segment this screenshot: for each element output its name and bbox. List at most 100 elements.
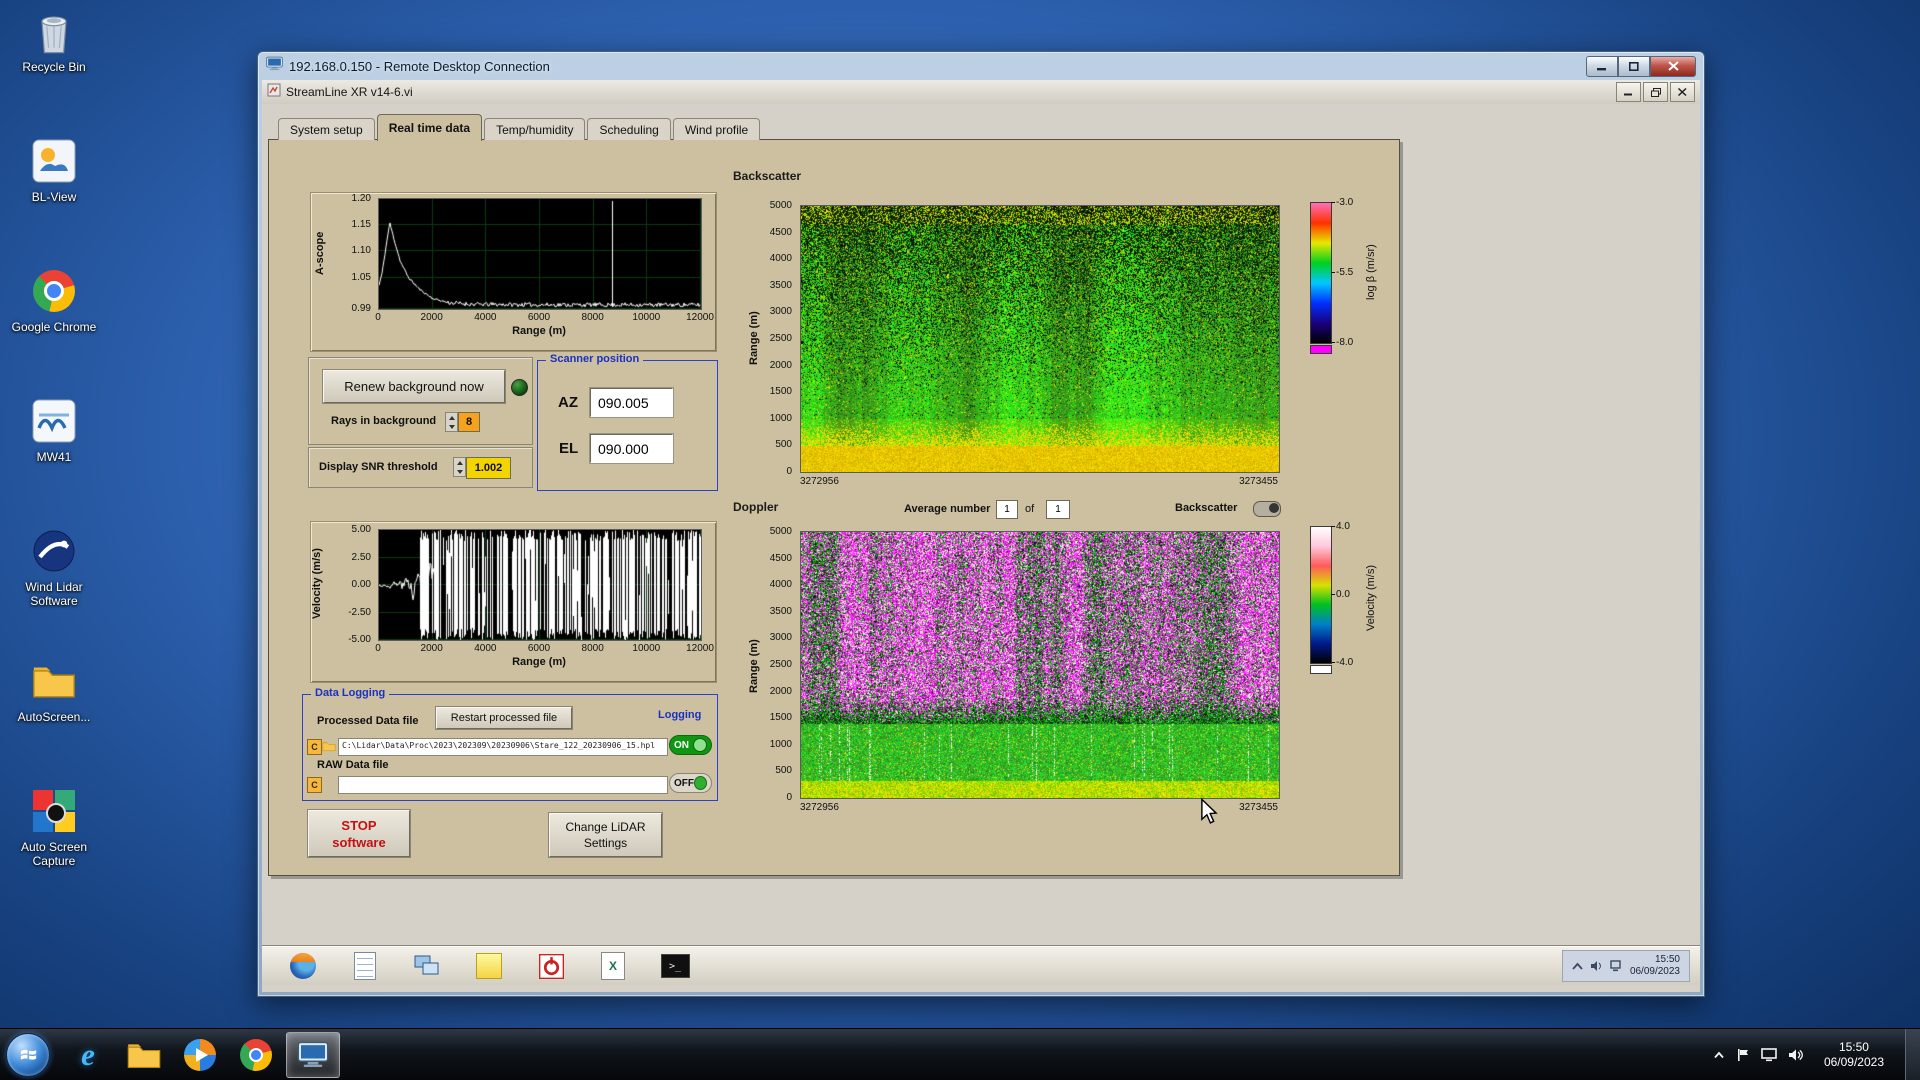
tab-real-time-data[interactable]: Real time data: [377, 114, 482, 141]
snr-value[interactable]: 1.002: [466, 457, 511, 479]
raw-logging-toggle[interactable]: OFF: [669, 773, 712, 793]
volume-icon[interactable]: [1590, 960, 1603, 972]
desktop-icon-google-chrome[interactable]: Google Chrome: [6, 266, 102, 396]
tray-expand-icon[interactable]: [1713, 1050, 1725, 1060]
raw-file-path-field[interactable]: [338, 776, 668, 794]
rays-spinner[interactable]: [445, 412, 458, 432]
host-clock[interactable]: 15:50 06/09/2023: [1814, 1040, 1894, 1070]
doppler-colorbar-label: Velocity (m/s): [1365, 540, 1377, 655]
browser-icon[interactable]: [288, 951, 318, 981]
colorbar-tick-label: 0.0: [1336, 589, 1350, 600]
az-value-field[interactable]: 090.005: [590, 388, 673, 417]
xr-document-glyph: X: [601, 952, 625, 980]
rdp-title: 192.168.0.150 - Remote Desktop Connectio…: [289, 59, 550, 74]
display-icon[interactable]: [1761, 1048, 1777, 1062]
toggle-knob: [693, 738, 707, 752]
media-player-icon[interactable]: [174, 1033, 226, 1077]
drive-c-icon[interactable]: C: [307, 739, 322, 755]
rdp-minimize-button[interactable]: [1586, 56, 1618, 77]
doppler-heatmap[interactable]: [800, 531, 1280, 799]
tray-chevron-icon[interactable]: [1572, 962, 1583, 971]
average-number-value[interactable]: 1: [996, 500, 1018, 519]
remote-system-tray[interactable]: 15:50 06/09/2023: [1562, 950, 1690, 982]
show-desktop-button[interactable]: [1905, 1029, 1920, 1080]
toggle-knob: [694, 776, 707, 790]
restart-processed-file-button[interactable]: Restart processed file: [436, 707, 572, 729]
desktop-icon-auto-screen-capture[interactable]: Auto Screen Capture: [6, 786, 102, 916]
start-button[interactable]: [6, 1033, 50, 1077]
remote-taskbar: X >_ 15:50 06/09/2023: [262, 946, 1700, 985]
axis-tick-label: 0: [375, 312, 381, 323]
remote-desktop-taskbar-button[interactable]: [286, 1032, 340, 1078]
average-count-value[interactable]: 1: [1046, 500, 1070, 519]
sticky-notes-icon[interactable]: [474, 951, 504, 981]
tab-temp-humidity[interactable]: Temp/humidity: [484, 118, 585, 140]
rdp-close-button[interactable]: [1650, 56, 1696, 77]
desktop-icon-wind-lidar[interactable]: Wind Lidar Software: [6, 526, 102, 656]
stop-software-button[interactable]: STOP software: [308, 810, 410, 857]
notepad-icon[interactable]: [350, 951, 380, 981]
axis-tick-label: 1.05: [331, 272, 371, 283]
desktop-icon-recycle-bin[interactable]: Recycle Bin: [6, 6, 102, 136]
app-titlebar[interactable]: StreamLine XR v14-6.vi: [262, 80, 1700, 105]
axis-tick-label: 0: [375, 643, 381, 654]
velocity-plot-area[interactable]: [378, 529, 702, 641]
tab-scheduling[interactable]: Scheduling: [587, 118, 670, 140]
desktop-icon-label: Recycle Bin: [22, 60, 85, 74]
ascope-plot-area[interactable]: [378, 198, 702, 310]
processed-logging-toggle[interactable]: ON: [669, 735, 712, 755]
snr-spinner[interactable]: [453, 457, 466, 477]
app-restore-button[interactable]: [1643, 82, 1668, 102]
rdp-titlebar[interactable]: 192.168.0.150 - Remote Desktop Connectio…: [258, 52, 1704, 80]
app-client-area: System setup Real time data Temp/humidit…: [262, 104, 1700, 992]
axis-tick-label: 3500: [752, 606, 792, 617]
internet-explorer-icon[interactable]: e: [62, 1033, 114, 1077]
chrome-taskbar-icon[interactable]: [230, 1033, 282, 1077]
desktop-icon-mw41[interactable]: MW41: [6, 396, 102, 526]
terminal-icon[interactable]: >_: [660, 951, 690, 981]
change-lidar-settings-button[interactable]: Change LiDAR Settings: [549, 813, 662, 857]
tab-system-setup[interactable]: System setup: [278, 118, 375, 140]
rdp-app-icon: [266, 56, 283, 76]
tab-wind-profile[interactable]: Wind profile: [673, 118, 760, 140]
renew-background-button[interactable]: Renew background now: [323, 370, 505, 403]
app-minimize-button[interactable]: [1616, 82, 1641, 102]
axis-tick-label: 4000: [474, 312, 496, 323]
axis-tick-label: 10000: [632, 312, 660, 323]
axis-tick-label: 8000: [582, 312, 604, 323]
el-value-field[interactable]: 090.000: [590, 434, 673, 463]
colorbar-tick-label: -5.5: [1336, 267, 1353, 278]
network-icon[interactable]: [1610, 960, 1623, 972]
axis-tick-label: 4500: [752, 227, 792, 238]
data-logging-group: Data Logging Processed Data file Restart…: [302, 694, 718, 801]
axis-tick-label: 1.20: [331, 193, 371, 204]
browse-folder-icon[interactable]: [322, 739, 336, 753]
rays-value[interactable]: 8: [458, 412, 480, 432]
colorbar-tick-label: 4.0: [1336, 521, 1350, 532]
axis-tick-label: 12000: [686, 312, 714, 323]
recycle-bin-icon: [29, 6, 79, 56]
axis-tick-label: 3000: [752, 632, 792, 643]
rdp-maximize-button[interactable]: [1618, 56, 1650, 77]
backscatter-heatmap[interactable]: [800, 205, 1280, 473]
file-explorer-icon[interactable]: [118, 1033, 170, 1077]
axis-tick-label: 500: [752, 765, 792, 776]
app-close-button[interactable]: [1670, 82, 1695, 102]
desktop-icon-bl-view[interactable]: BL-View: [6, 136, 102, 266]
axis-tick-label: 3000: [752, 306, 792, 317]
action-center-flag-icon[interactable]: [1736, 1048, 1750, 1062]
desktop-icon-label: Wind Lidar Software: [6, 580, 102, 608]
drive-c-icon-raw[interactable]: C: [307, 777, 322, 793]
volume-icon[interactable]: [1788, 1048, 1803, 1062]
chrome-icon: [29, 266, 79, 316]
background-led-indicator: [511, 379, 528, 396]
change-button-line1: Change LiDAR: [565, 819, 645, 835]
axis-tick-label: 1500: [752, 386, 792, 397]
backscatter-doppler-toggle[interactable]: [1253, 501, 1281, 517]
network-monitor-icon[interactable]: [412, 951, 442, 981]
processed-file-path-field[interactable]: C:\Lidar\Data\Proc\2023\202309\20230906\…: [338, 738, 668, 756]
doppler-x-min-label: 3272956: [800, 802, 839, 813]
xr-document-icon[interactable]: X: [598, 951, 628, 981]
power-off-icon[interactable]: [536, 951, 566, 981]
desktop-icon-autoscreen-folder[interactable]: AutoScreen...: [6, 656, 102, 786]
